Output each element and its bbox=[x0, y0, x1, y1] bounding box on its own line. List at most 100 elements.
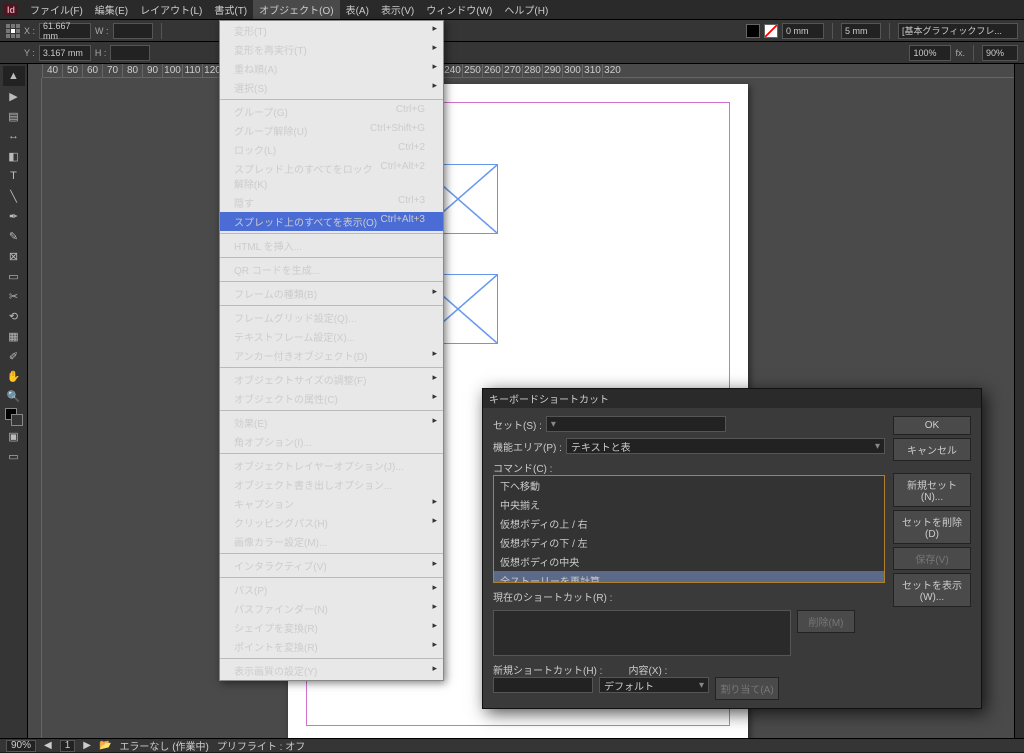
type-tool[interactable]: T bbox=[3, 166, 25, 186]
y-field[interactable]: 3.167 mm bbox=[39, 45, 91, 61]
command-item[interactable]: 仮想ボディの上 / 右 bbox=[494, 514, 884, 533]
new-set-button[interactable]: 新規セット(N)... bbox=[893, 473, 971, 507]
open-icon[interactable]: 📂 bbox=[99, 740, 111, 751]
menu-table[interactable]: 表(A) bbox=[340, 0, 375, 19]
context-select[interactable]: デフォルト bbox=[599, 677, 709, 693]
menu-type[interactable]: 書式(T) bbox=[208, 0, 253, 19]
menu-item[interactable]: オブジェクトレイヤーオプション(J)... bbox=[220, 456, 443, 475]
page-tool[interactable]: ▤ bbox=[3, 106, 25, 126]
command-item[interactable]: 中央揃え bbox=[494, 495, 884, 514]
menu-edit[interactable]: 編集(E) bbox=[89, 0, 134, 19]
menu-item[interactable]: インタラクティブ(V) bbox=[220, 556, 443, 575]
zoom-tool[interactable]: 🔍 bbox=[3, 386, 25, 406]
menu-window[interactable]: ウィンドウ(W) bbox=[420, 0, 498, 19]
menu-item[interactable]: テキストフレーム設定(X)... bbox=[220, 327, 443, 346]
delete-shortcut-button[interactable]: 削除(M) bbox=[797, 610, 855, 633]
status-zoom[interactable]: 90% bbox=[6, 740, 36, 752]
menu-item[interactable]: 変形(T) bbox=[220, 21, 443, 40]
command-item[interactable]: 全ストーリーを再計算 bbox=[494, 571, 884, 583]
direct-select-tool[interactable]: ▶ bbox=[3, 86, 25, 106]
menu-item[interactable]: パスファインダー(N) bbox=[220, 599, 443, 618]
menu-item[interactable]: グループ解除(U)Ctrl+Shift+G bbox=[220, 121, 443, 140]
ok-button[interactable]: OK bbox=[893, 416, 971, 435]
menu-item[interactable]: キャプション bbox=[220, 494, 443, 513]
rectangle-tool[interactable]: ▭ bbox=[3, 266, 25, 286]
menu-item[interactable]: ポイントを変換(R) bbox=[220, 637, 443, 656]
menu-view[interactable]: 表示(V) bbox=[375, 0, 420, 19]
screen-mode-tool[interactable]: ▭ bbox=[3, 446, 25, 466]
menu-item[interactable]: スプレッド上のすべてを表示(O)Ctrl+Alt+3 bbox=[220, 212, 443, 231]
selection-tool[interactable]: ▲ bbox=[3, 66, 25, 86]
pencil-tool[interactable]: ✎ bbox=[3, 226, 25, 246]
menu-item[interactable]: 選択(S) bbox=[220, 78, 443, 97]
h-field[interactable] bbox=[110, 45, 150, 61]
menu-item[interactable]: グループ(G)Ctrl+G bbox=[220, 102, 443, 121]
pen-tool[interactable]: ✒ bbox=[3, 206, 25, 226]
menu-item[interactable]: オブジェクトサイズの調整(F) bbox=[220, 370, 443, 389]
menu-item[interactable]: 表示画質の設定(Y) bbox=[220, 661, 443, 680]
assign-button[interactable]: 割り当て(A) bbox=[715, 677, 779, 700]
style-preset[interactable]: [基本グラフィックフレ... bbox=[898, 23, 1018, 39]
command-item[interactable]: 仮想ボディの中央 bbox=[494, 552, 884, 571]
menu-help[interactable]: ヘルプ(H) bbox=[498, 0, 554, 19]
menu-object[interactable]: オブジェクト(O) bbox=[253, 0, 339, 19]
menu-item[interactable]: 重ね順(A) bbox=[220, 59, 443, 78]
current-shortcut-box[interactable] bbox=[493, 610, 791, 656]
transform-tool[interactable]: ⟲ bbox=[3, 306, 25, 326]
rect-frame-tool[interactable]: ⊠ bbox=[3, 246, 25, 266]
stroke-swatch[interactable] bbox=[764, 24, 778, 38]
x-field[interactable]: 61.667 mm bbox=[39, 23, 91, 39]
save-button[interactable]: 保存(V) bbox=[893, 547, 971, 570]
show-set-button[interactable]: セットを表示(W)... bbox=[893, 573, 971, 607]
preflight-status[interactable]: プリフライト : オフ bbox=[217, 738, 305, 753]
menu-item[interactable]: パス(P) bbox=[220, 580, 443, 599]
page-next-icon[interactable]: ▶ bbox=[83, 740, 91, 751]
command-item[interactable]: 下へ移動 bbox=[494, 476, 884, 495]
set-select[interactable] bbox=[546, 416, 726, 432]
opacity-field[interactable]: 100% bbox=[909, 45, 951, 61]
menu-item[interactable]: 隠すCtrl+3 bbox=[220, 193, 443, 212]
line-tool[interactable]: ╲ bbox=[3, 186, 25, 206]
gap-tool[interactable]: ↔ bbox=[3, 126, 25, 146]
ref-point-icon[interactable] bbox=[6, 24, 20, 38]
status-page[interactable]: 1 bbox=[60, 740, 76, 752]
content-collector-tool[interactable]: ◧ bbox=[3, 146, 25, 166]
menu-item[interactable]: 効果(E) bbox=[220, 413, 443, 432]
menu-file[interactable]: ファイル(F) bbox=[24, 0, 89, 19]
menu-item[interactable]: 変形を再実行(T) bbox=[220, 40, 443, 59]
scissors-tool[interactable]: ✂ bbox=[3, 286, 25, 306]
menu-item[interactable]: ロック(L)Ctrl+2 bbox=[220, 140, 443, 159]
menu-item[interactable]: フレームの種類(B) bbox=[220, 284, 443, 303]
new-shortcut-input[interactable] bbox=[493, 677, 593, 693]
fx-label[interactable]: fx. bbox=[955, 48, 965, 58]
menu-item[interactable]: 画像カラー設定(M)... bbox=[220, 532, 443, 551]
eyedropper-tool[interactable]: ✐ bbox=[3, 346, 25, 366]
area-select[interactable]: テキストと表 bbox=[566, 438, 885, 454]
menu-item[interactable]: スプレッド上のすべてをロック解除(K)Ctrl+Alt+2 bbox=[220, 159, 443, 193]
delete-set-button[interactable]: セットを削除(D) bbox=[893, 510, 971, 544]
page-prev-icon[interactable]: ◀ bbox=[44, 740, 52, 751]
menu-item[interactable]: HTML を挿入... bbox=[220, 236, 443, 255]
menu-item[interactable]: フレームグリッド設定(Q)... bbox=[220, 308, 443, 327]
command-list[interactable]: 下へ移動中央揃え仮想ボディの上 / 右仮想ボディの下 / 左仮想ボディの中央全ス… bbox=[493, 475, 885, 583]
stroke-weight[interactable]: 0 mm bbox=[782, 23, 824, 39]
menu-item[interactable]: シェイプを変換(R) bbox=[220, 618, 443, 637]
cancel-button[interactable]: キャンセル bbox=[893, 438, 971, 461]
menu-item[interactable]: アンカー付きオブジェクト(D) bbox=[220, 346, 443, 365]
gradient-tool[interactable]: ▦ bbox=[3, 326, 25, 346]
zoom-field[interactable]: 90% bbox=[982, 45, 1018, 61]
fill-swatch[interactable] bbox=[746, 24, 760, 38]
w-field[interactable] bbox=[113, 23, 153, 39]
view-mode-tool[interactable]: ▣ bbox=[3, 426, 25, 446]
fill-stroke-swatch[interactable] bbox=[5, 408, 23, 426]
menu-item[interactable]: クリッピングパス(H) bbox=[220, 513, 443, 532]
menu-item[interactable]: オブジェクトの属性(C) bbox=[220, 389, 443, 408]
menu-item[interactable]: 角オプション(I)... bbox=[220, 432, 443, 451]
menu-item[interactable]: QR コードを生成... bbox=[220, 260, 443, 279]
dash-field[interactable]: 5 mm bbox=[841, 23, 881, 39]
hand-tool[interactable]: ✋ bbox=[3, 366, 25, 386]
command-item[interactable]: 仮想ボディの下 / 左 bbox=[494, 533, 884, 552]
menu-layout[interactable]: レイアウト(L) bbox=[134, 0, 208, 19]
menu-item[interactable]: オブジェクト書き出しオプション... bbox=[220, 475, 443, 494]
panel-dock[interactable] bbox=[1014, 64, 1024, 738]
